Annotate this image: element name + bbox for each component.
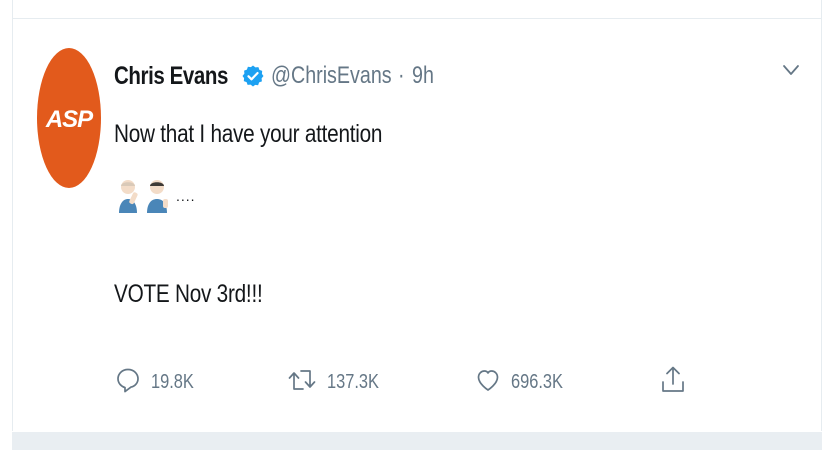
reply-count: 19.8K xyxy=(151,370,194,393)
separator-dot: · xyxy=(398,62,405,89)
reply-button[interactable]: 19.8K xyxy=(115,362,203,402)
retweet-button[interactable]: 137.3K xyxy=(287,362,390,402)
retweet-icon xyxy=(287,367,317,398)
tweet-actions: 19.8K 137.3K 696.3K xyxy=(115,362,715,402)
avatar-logo: ASP xyxy=(45,106,95,133)
reply-icon xyxy=(115,367,141,398)
author-name[interactable]: Chris Evans xyxy=(114,62,228,91)
timeline-separator xyxy=(12,432,822,450)
emoji-row: .... xyxy=(116,170,196,214)
chevron-down-icon[interactable] xyxy=(779,58,803,82)
tweet-text-line: Now that I have your attention xyxy=(114,120,383,148)
person-raising-hand-emoji-icon xyxy=(119,180,138,213)
like-button[interactable]: 696.3K xyxy=(475,362,574,402)
avatar-logo-text: ASP xyxy=(45,106,94,133)
like-icon xyxy=(475,367,501,398)
tweet-header: Chris Evans @ChrisEvans · 9h xyxy=(114,58,439,94)
share-button[interactable] xyxy=(660,362,686,402)
retweet-count: 137.3K xyxy=(327,370,379,393)
person-tipping-hand-emoji-icon xyxy=(147,180,168,213)
previous-tweet-edge xyxy=(12,0,822,19)
like-count: 696.3K xyxy=(511,370,563,393)
emoji-trailing-dots: .... xyxy=(176,188,196,204)
avatar[interactable]: ASP xyxy=(37,48,101,188)
share-icon xyxy=(660,365,686,400)
author-handle[interactable]: @ChrisEvans xyxy=(271,62,392,90)
verified-badge-icon xyxy=(241,64,265,88)
tweet-timestamp[interactable]: 9h xyxy=(412,62,434,90)
tweet-text-line: VOTE Nov 3rd!!! xyxy=(114,280,263,308)
